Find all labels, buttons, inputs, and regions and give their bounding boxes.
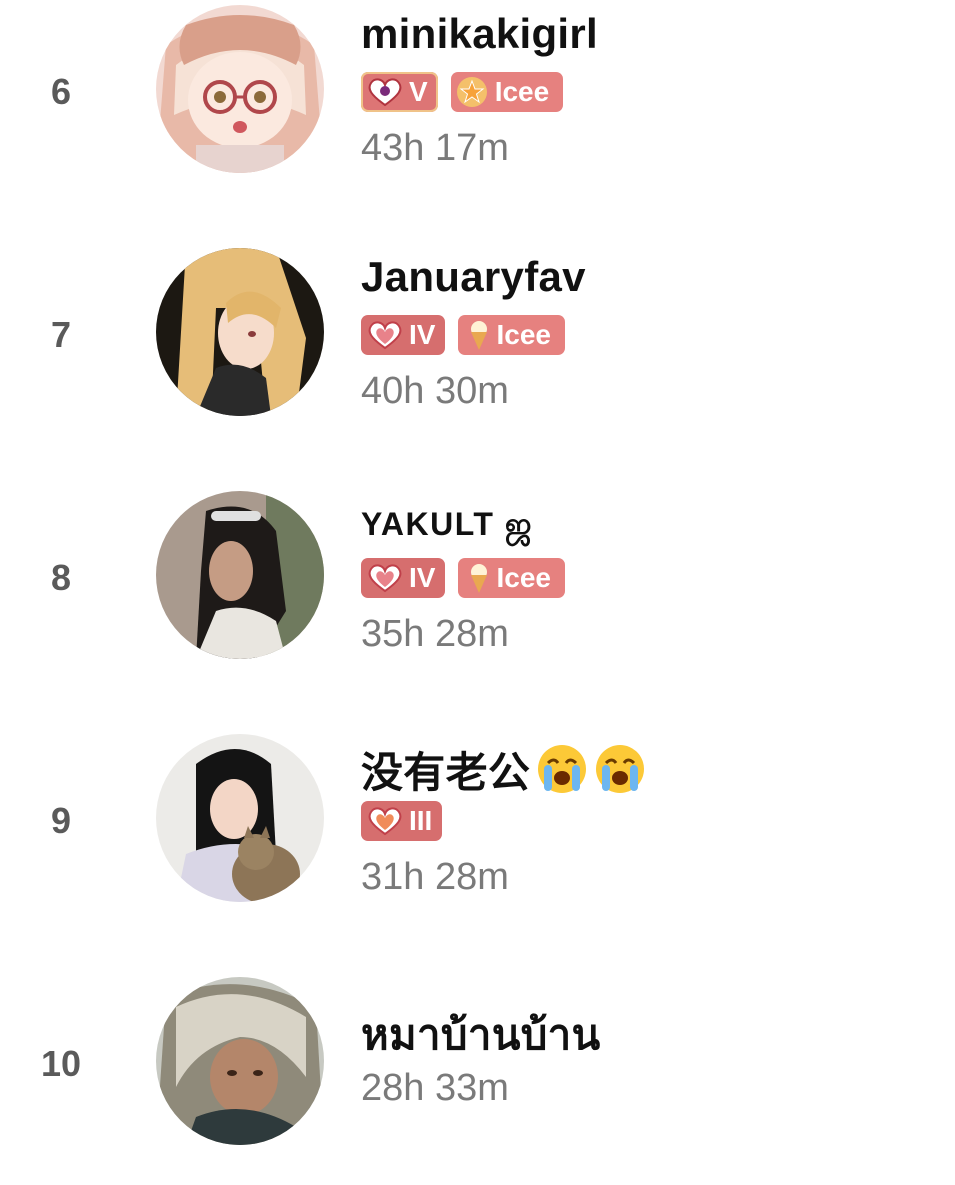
star-icon	[455, 75, 489, 109]
watch-time: 31h 28m	[361, 856, 509, 898]
badge-group: III	[361, 801, 443, 841]
leaderboard-row[interactable]: 10 หมาบ้านบ้าน 28h 33m	[0, 942, 955, 1185]
rank-number: 8	[50, 556, 72, 598]
username[interactable]: 没有老公	[361, 739, 646, 800]
username[interactable]: YAKULT ஜ	[361, 506, 533, 547]
badge-group: V Icee	[361, 72, 564, 112]
watch-time: 40h 30m	[361, 370, 509, 412]
avatar[interactable]	[156, 491, 324, 659]
username[interactable]: minikakigirl	[361, 10, 598, 58]
heart-level-icon	[367, 806, 403, 836]
badge-group: IV Icee	[361, 315, 565, 355]
ice-cream-icon	[468, 319, 490, 351]
heart-level-icon	[367, 320, 403, 350]
icee-badge: Icee	[458, 315, 565, 355]
leaderboard-row[interactable]: 6 minikakigirl V Icee 43h 17m	[0, 0, 955, 213]
icee-badge: Icee	[450, 72, 564, 112]
leaderboard-row[interactable]: 8 YAKULT ஜ IV Icee 35h 28m	[0, 456, 955, 699]
badge-group: IV Icee	[361, 558, 565, 598]
watch-time: 43h 17m	[361, 127, 509, 169]
avatar[interactable]	[156, 977, 324, 1145]
level-badge: IV	[361, 315, 446, 355]
avatar[interactable]	[156, 5, 324, 173]
avatar[interactable]	[156, 734, 324, 902]
avatar[interactable]	[156, 248, 324, 416]
watch-time: 28h 33m	[361, 1067, 509, 1109]
username[interactable]: Januaryfav	[361, 253, 586, 301]
heart-level-icon	[367, 77, 403, 107]
heart-level-icon	[367, 563, 403, 593]
leaderboard-row[interactable]: 7 Januaryfav IV Icee 40h 30m	[0, 213, 955, 456]
rank-number: 10	[40, 1042, 82, 1084]
level-badge: III	[361, 801, 443, 841]
level-badge: IV	[361, 558, 446, 598]
level-badge: V	[361, 72, 438, 112]
watch-time: 35h 28m	[361, 613, 509, 655]
loudly-crying-face-icon	[594, 743, 646, 795]
ice-cream-icon	[468, 562, 490, 594]
username[interactable]: หมาบ้านบ้าน	[361, 1002, 601, 1068]
rank-number: 6	[50, 70, 72, 112]
leaderboard-row[interactable]: 9 没有老公 III 31h 28m	[0, 699, 955, 942]
loudly-crying-face-icon	[536, 743, 588, 795]
rank-number: 7	[50, 313, 72, 355]
rank-number: 9	[50, 799, 72, 841]
icee-badge: Icee	[458, 558, 565, 598]
